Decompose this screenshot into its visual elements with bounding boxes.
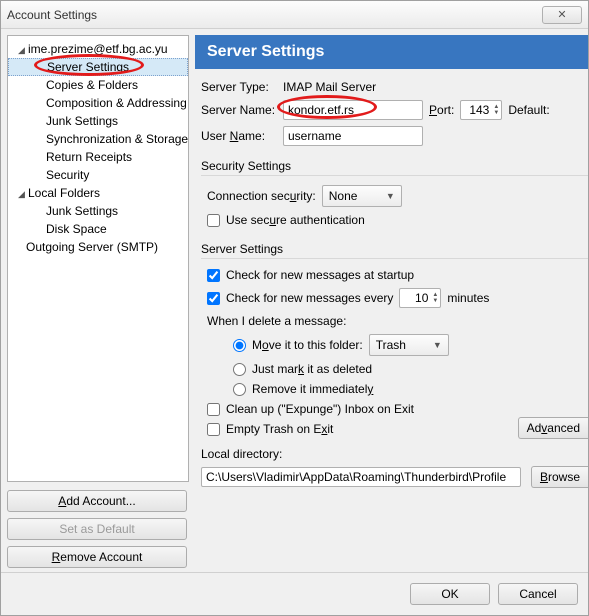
row-check-startup: Check for new messages at startup [207,265,588,285]
security-section: Connection security: None▼ Use secure au… [201,175,588,232]
account-tree[interactable]: ◢ime.prezime@etf.bg.ac.yu Server Setting… [7,35,189,482]
tree-item-outgoing[interactable]: Outgoing Server (SMTP) [8,238,188,256]
server-name-input[interactable] [283,100,423,120]
row-empty-trash: Empty Trash on Exit [207,419,518,439]
conn-sec-label: Connection security: [207,189,316,203]
dialog-buttons: OK Cancel [1,572,588,615]
tree-item-return-receipts[interactable]: Return Receipts [8,148,188,166]
port-label: Port: [429,103,454,117]
left-buttons: Add Account... Set as Default Remove Acc… [7,482,189,572]
empty-trash-label: Empty Trash on Exit [226,422,333,436]
clean-up-checkbox[interactable] [207,403,220,416]
tree-item-sync-storage[interactable]: Synchronization & Storage [8,130,188,148]
trash-folder-select[interactable]: Trash▼ [369,334,449,356]
port-input[interactable] [461,103,491,117]
check-startup-label: Check for new messages at startup [226,268,414,282]
tree-item-copies-folders[interactable]: Copies & Folders [8,76,188,94]
tree-account-root[interactable]: ◢ime.prezime@etf.bg.ac.yu [8,40,188,58]
cancel-button[interactable]: Cancel [498,583,578,605]
panel-header: Server Settings [195,35,588,69]
clean-up-label: Clean up ("Expunge") Inbox on Exit [226,402,414,416]
collapse-icon: ◢ [18,189,26,200]
server-section-label: Server Settings [195,232,588,258]
chevron-down-icon: ▼ [386,191,395,201]
row-check-every: Check for new messages every ▲▼ minutes [207,285,588,311]
row-clean-up: Clean up ("Expunge") Inbox on Exit [207,399,518,419]
conn-sec-select[interactable]: None▼ [322,185,402,207]
row-mark-deleted: Just mark it as deleted [233,359,588,379]
move-folder-label: Move it to this folder: [252,338,363,352]
check-every-label-pre: Check for new messages every [226,291,393,305]
user-name-label: User Name: [201,129,277,143]
spinner-arrows-icon[interactable]: ▲▼ [430,292,440,304]
set-default-button[interactable]: Set as Default [7,518,187,540]
row-move-folder: Move it to this folder: Trash▼ [233,331,588,359]
window-title: Account Settings [7,8,97,22]
row-remove-immediately: Remove it immediately [233,379,588,399]
row-connection-security: Connection security: None▼ [207,182,588,210]
local-dir-label: Local directory: [195,441,588,463]
window-close-button[interactable]: ✕ [542,6,582,24]
tree-item-composition[interactable]: Composition & Addressing [8,94,188,112]
remove-account-button[interactable]: Remove Account [7,546,187,568]
advanced-button[interactable]: Advanced [518,417,588,439]
secure-auth-label: Use secure authentication [226,213,365,227]
spinner-arrows-icon[interactable]: ▲▼ [491,104,501,116]
server-name-label: Server Name: [201,103,277,117]
content-area: ◢ime.prezime@etf.bg.ac.yu Server Setting… [1,29,588,572]
secure-auth-checkbox[interactable] [207,214,220,227]
local-folders-label: Local Folders [28,186,100,200]
ok-button[interactable]: OK [410,583,490,605]
mark-deleted-radio[interactable] [233,363,246,376]
row-server-name: Server Name: Port: ▲▼ Default: [195,97,588,123]
close-icon: ✕ [557,8,566,21]
account-email: ime.prezime@etf.bg.ac.yu [28,42,168,56]
row-server-type: Server Type: IMAP Mail Server [195,77,588,97]
server-type-value: IMAP Mail Server [283,80,376,94]
check-every-checkbox[interactable] [207,292,220,305]
collapse-icon: ◢ [18,45,26,56]
tree-item-security[interactable]: Security [8,166,188,184]
remove-immediately-label: Remove it immediately [252,382,373,396]
delete-options: Move it to this folder: Trash▼ Just mark… [207,331,588,399]
remove-immediately-radio[interactable] [233,383,246,396]
user-name-input[interactable] [283,126,423,146]
row-user-name: User Name: [195,123,588,149]
chevron-down-icon: ▼ [433,340,442,350]
titlebar: Account Settings ✕ [1,1,588,29]
check-every-label-post: minutes [447,291,489,305]
server-section: Check for new messages at startup Check … [201,258,588,441]
move-folder-radio[interactable] [233,339,246,352]
account-settings-dialog: Account Settings ✕ ◢ime.prezime@etf.bg.a… [0,0,589,616]
minutes-input[interactable] [400,291,430,305]
add-account-button[interactable]: Add Account... [7,490,187,512]
tree-item-server-settings[interactable]: Server Settings [8,58,188,76]
empty-trash-checkbox[interactable] [207,423,220,436]
tree-local-folders-root[interactable]: ◢Local Folders [8,184,188,202]
left-column: ◢ime.prezime@etf.bg.ac.yu Server Setting… [7,35,189,572]
minutes-spinner[interactable]: ▲▼ [399,288,441,308]
port-spinner[interactable]: ▲▼ [460,100,502,120]
browse-button[interactable]: Browse [531,466,588,488]
server-type-label: Server Type: [201,80,277,94]
tree-item-junk[interactable]: Junk Settings [8,112,188,130]
row-secure-auth: Use secure authentication [207,210,588,230]
settings-panel: Server Settings Server Type: IMAP Mail S… [195,35,588,572]
when-delete-label: When I delete a message: [207,311,588,331]
tree-item-local-junk[interactable]: Junk Settings [8,202,188,220]
local-dir-input[interactable] [201,467,521,487]
tree-item-disk-space[interactable]: Disk Space [8,220,188,238]
default-label: Default: [508,103,549,117]
row-local-dir: Browse [195,463,588,491]
mark-deleted-label: Just mark it as deleted [252,362,372,376]
check-startup-checkbox[interactable] [207,269,220,282]
security-section-label: Security Settings [195,149,588,175]
